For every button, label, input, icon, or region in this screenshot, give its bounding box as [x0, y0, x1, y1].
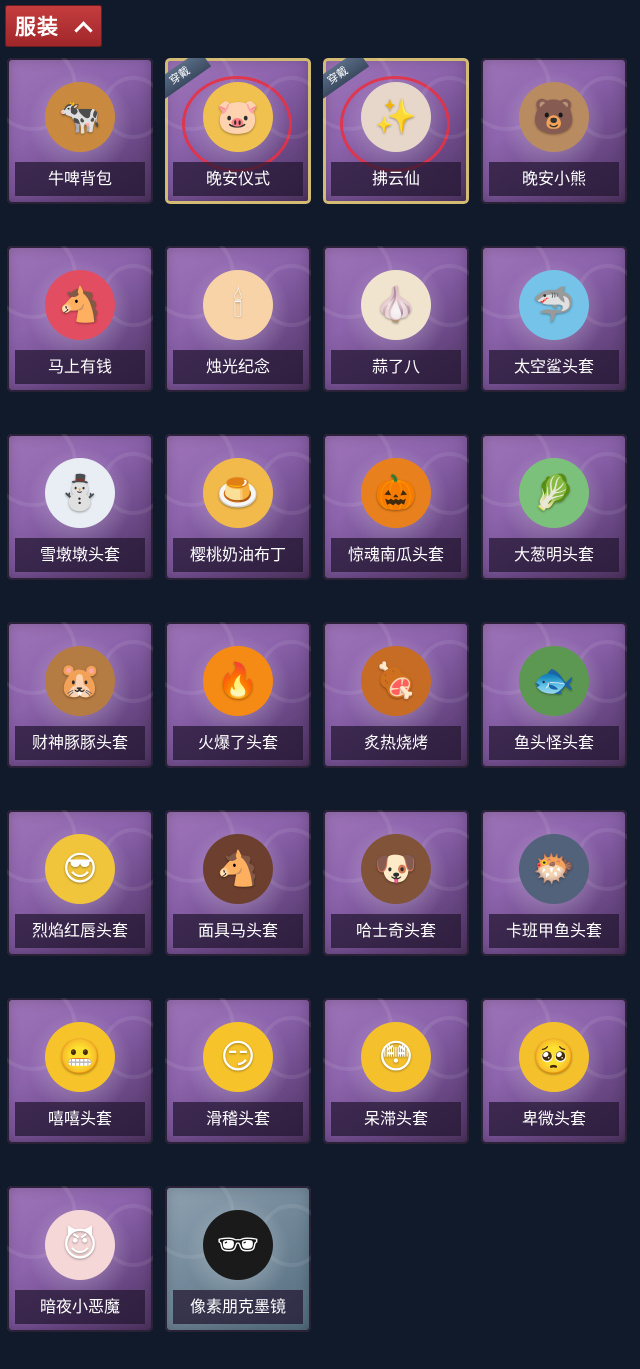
costume-name: 牛啤背包: [15, 162, 145, 196]
costume-name: 惊魂南瓜头套: [331, 538, 461, 572]
costume-card[interactable]: 🔥 火爆了头套: [165, 622, 311, 768]
costume-card[interactable]: 🦈 太空鲨头套: [481, 246, 627, 392]
dazed-emoji-head-icon: 😳: [361, 1022, 431, 1092]
candle-icon: 🕯: [203, 270, 273, 340]
costume-name: 樱桃奶油布丁: [173, 538, 303, 572]
grin-emoji-head-icon: 😬: [45, 1022, 115, 1092]
costume-name: 拂云仙: [331, 162, 461, 196]
costume-card[interactable]: 🍮 樱桃奶油布丁: [165, 434, 311, 580]
costume-card[interactable]: 🍖 炙热烧烤: [323, 622, 469, 768]
costume-card[interactable]: 🥺 卑微头套: [481, 998, 627, 1144]
costume-card[interactable]: 🐟 鱼头怪头套: [481, 622, 627, 768]
category-header-button[interactable]: 服装: [5, 5, 102, 47]
costume-card[interactable]: 🧄 蒜了八: [323, 246, 469, 392]
pudding-head-icon: 🍮: [203, 458, 273, 528]
horse-mask-head-icon: 🐴: [203, 834, 273, 904]
costume-name: 鱼头怪头套: [489, 726, 619, 760]
costume-name: 哈士奇头套: [331, 914, 461, 948]
costume-name: 烈焰红唇头套: [15, 914, 145, 948]
costume-card[interactable]: 🥬 大葱明头套: [481, 434, 627, 580]
costume-card[interactable]: 😬 嘻嘻头套: [7, 998, 153, 1144]
fish-head-icon: 🐟: [519, 646, 589, 716]
goodnight-ritual-icon: 🐷: [203, 82, 273, 152]
little-devil-icon: 😈: [45, 1210, 115, 1280]
cloud-fairy-icon: ✨: [361, 82, 431, 152]
costume-card[interactable]: 🐶 哈士奇头套: [323, 810, 469, 956]
garlic-icon: 🧄: [361, 270, 431, 340]
money-horse-icon: 🐴: [45, 270, 115, 340]
costume-name: 呆滞头套: [331, 1102, 461, 1136]
costume-card[interactable]: 穿戴 🐷 晚安仪式: [165, 58, 311, 204]
costume-card[interactable]: 😏 滑稽头套: [165, 998, 311, 1144]
costume-name: 蒜了八: [331, 350, 461, 384]
husky-head-icon: 🐶: [361, 834, 431, 904]
costume-card[interactable]: 😎 烈焰红唇头套: [7, 810, 153, 956]
snowman-head-icon: ⛄: [45, 458, 115, 528]
costume-name: 卑微头套: [489, 1102, 619, 1136]
capybara-head-icon: 🐹: [45, 646, 115, 716]
costume-card[interactable]: 🐹 财神豚豚头套: [7, 622, 153, 768]
costume-name: 炙热烧烤: [331, 726, 461, 760]
humble-emoji-head-icon: 🥺: [519, 1022, 589, 1092]
fire-head-icon: 🔥: [203, 646, 273, 716]
pixel-sunglasses-icon: 🕶: [203, 1210, 273, 1280]
goodnight-bear-icon: 🐻: [519, 82, 589, 152]
costume-name: 太空鲨头套: [489, 350, 619, 384]
costume-name: 烛光纪念: [173, 350, 303, 384]
costume-card[interactable]: 🐄 牛啤背包: [7, 58, 153, 204]
costume-card[interactable]: ⛄ 雪墩墩头套: [7, 434, 153, 580]
bbq-head-icon: 🍖: [361, 646, 431, 716]
shark-head-icon: 🦈: [519, 270, 589, 340]
costume-name: 雪墩墩头套: [15, 538, 145, 572]
yellow-mask-head-icon: 😎: [45, 834, 115, 904]
category-title: 服装: [15, 15, 59, 39]
costume-name: 暗夜小恶魔: [15, 1290, 145, 1324]
blue-fish-head-icon: 🐡: [519, 834, 589, 904]
scallion-head-icon: 🥬: [519, 458, 589, 528]
costume-card[interactable]: 🐴 马上有钱: [7, 246, 153, 392]
costume-card[interactable]: 穿戴 ✨ 拂云仙: [323, 58, 469, 204]
cow-beer-backpack-icon: 🐄: [45, 82, 115, 152]
costume-name: 面具马头套: [173, 914, 303, 948]
costume-card[interactable]: 🕯 烛光纪念: [165, 246, 311, 392]
costume-card[interactable]: 🐡 卡班甲鱼头套: [481, 810, 627, 956]
smirk-emoji-head-icon: 😏: [203, 1022, 273, 1092]
costume-name: 晚安仪式: [173, 162, 303, 196]
chevron-up-icon: [74, 21, 93, 40]
costume-name: 火爆了头套: [173, 726, 303, 760]
pumpkin-head-icon: 🎃: [361, 458, 431, 528]
costume-name: 财神豚豚头套: [15, 726, 145, 760]
costume-name: 滑稽头套: [173, 1102, 303, 1136]
costume-card[interactable]: 🐻 晚安小熊: [481, 58, 627, 204]
costume-name: 卡班甲鱼头套: [489, 914, 619, 948]
costume-card[interactable]: 🕶 像素朋克墨镜: [165, 1186, 311, 1332]
costume-name: 嘻嘻头套: [15, 1102, 145, 1136]
costume-name: 马上有钱: [15, 350, 145, 384]
costume-card[interactable]: 🐴 面具马头套: [165, 810, 311, 956]
costume-card[interactable]: 😳 呆滞头套: [323, 998, 469, 1144]
costume-name: 晚安小熊: [489, 162, 619, 196]
costume-grid: 🐄 牛啤背包 穿戴 🐷 晚安仪式 穿戴 ✨ 拂云仙 🐻 晚安小熊 🐴 马上有钱 🕯 烛光纪念 🧄 蒜了八 🦈 太空…: [7, 58, 627, 1332]
costume-card[interactable]: 😈 暗夜小恶魔: [7, 1186, 153, 1332]
costume-card[interactable]: 🎃 惊魂南瓜头套: [323, 434, 469, 580]
costume-name: 大葱明头套: [489, 538, 619, 572]
costume-name: 像素朋克墨镜: [173, 1290, 303, 1324]
